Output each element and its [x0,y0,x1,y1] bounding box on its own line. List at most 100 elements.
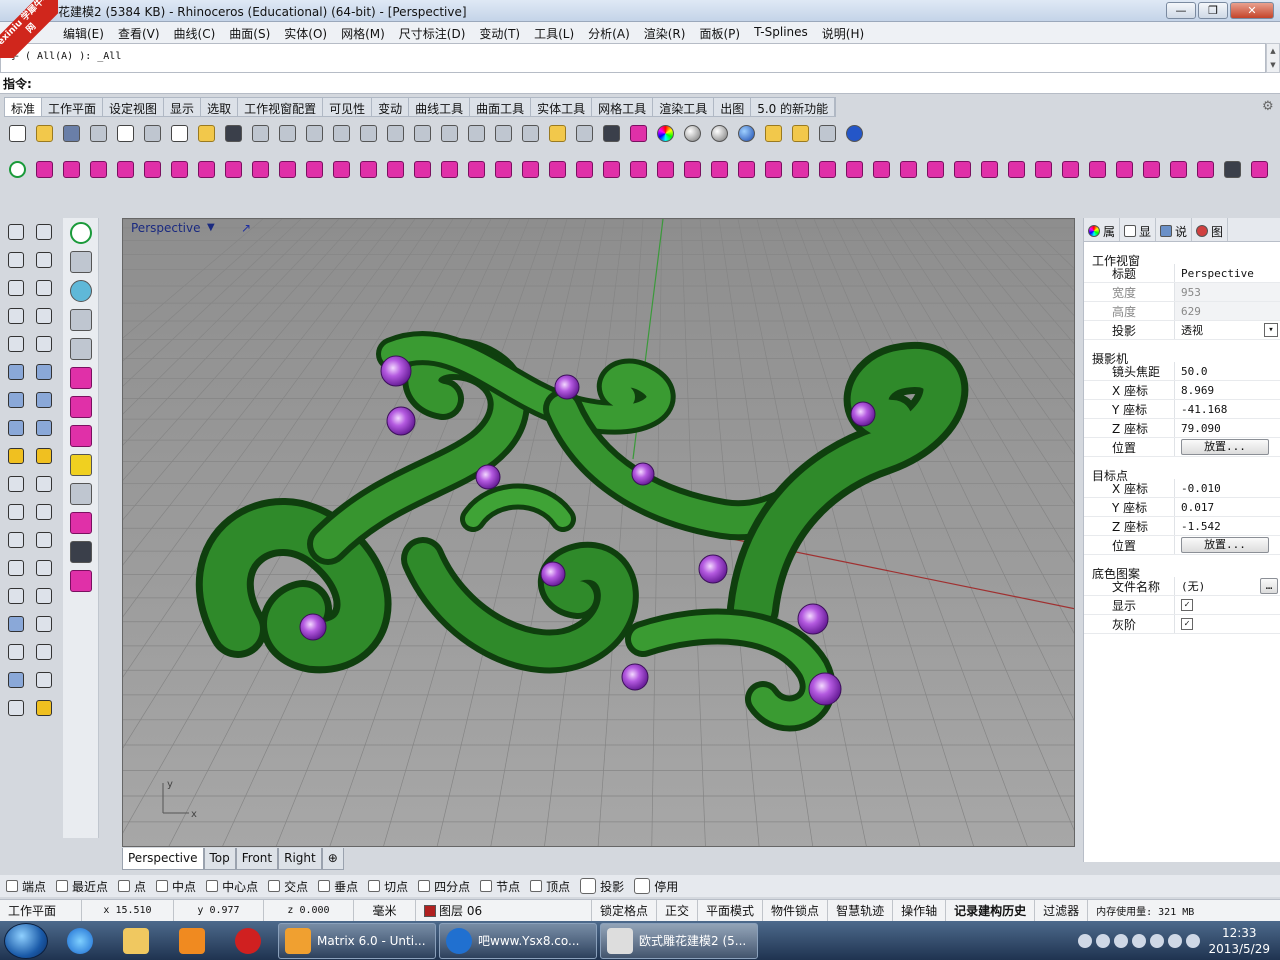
tab-set-view[interactable]: 设定视图 [103,98,165,116]
gear-icon[interactable]: ⚙ [1262,99,1274,114]
dimension-icon[interactable] [815,121,840,146]
task-matrix[interactable]: Matrix 6.0 - Unti... [278,922,436,959]
ellipse-icon[interactable] [31,275,57,301]
show-checkbox[interactable]: ✓ [1181,599,1193,611]
zoom-selected-icon[interactable] [383,121,408,146]
rectangle-icon[interactable] [31,303,57,329]
material-icon[interactable] [761,121,786,146]
explorer-icon[interactable] [110,923,162,959]
polygon-icon[interactable] [3,303,29,329]
tab-mesh-tools[interactable]: 网格工具 [592,98,654,116]
chevron-down-icon[interactable]: ▾ [1264,323,1278,337]
osnap-tangent[interactable]: 切点 [368,878,408,895]
paste-icon[interactable] [194,121,219,146]
tsplines-ring-icon[interactable] [896,157,921,182]
tab-new-in-v5[interactable]: 5.0 的新功能 [751,98,836,116]
text-icon[interactable] [3,555,29,581]
curve-icon[interactable] [31,247,57,273]
undo-view-icon[interactable] [410,121,435,146]
cube-vertex-icon[interactable] [66,422,96,450]
help-icon[interactable] [842,121,867,146]
tab-help-panel[interactable]: 说 [1156,218,1193,241]
tsplines-plane-icon[interactable] [140,157,165,182]
tsplines-insert-point-icon[interactable] [545,157,570,182]
status-gumball[interactable]: 操作轴 [893,900,947,921]
maximize-button[interactable]: ❐ [1198,2,1228,19]
osnap-project[interactable]: 投影 [580,878,624,895]
network-tray-icon[interactable] [1114,933,1129,948]
paint-icon[interactable] [31,695,57,721]
tsplines-extrude-icon[interactable] [302,157,327,182]
tab-viewport-layout[interactable]: 工作视窗配置 [238,98,324,116]
minimize-button[interactable]: — [1166,2,1196,19]
trim-icon[interactable] [3,471,29,497]
add-viewport-tab[interactable]: ⊕ [321,848,344,870]
status-ortho[interactable]: 正交 [657,900,699,921]
tsplines-quadball-icon[interactable] [167,157,192,182]
zoom-window-icon[interactable] [329,121,354,146]
shaded-sphere-icon[interactable] [680,121,705,146]
show-hidden-icon[interactable] [1096,933,1111,948]
fillet-curve-icon[interactable] [31,331,57,357]
scale-icon[interactable] [31,555,57,581]
check-icon[interactable] [31,667,57,693]
camera-place-button[interactable]: 放置... [1181,439,1269,455]
menu-curve[interactable]: 曲线(C) [167,22,223,43]
osnap-center[interactable]: 中心点 [206,878,258,895]
tab-layers-panel[interactable]: 图 [1192,218,1229,241]
copy-icon[interactable] [167,121,192,146]
flag-icon[interactable] [1186,933,1201,948]
tab-surface-tools[interactable]: 曲面工具 [470,98,532,116]
tsplines-toggle-icon[interactable] [66,219,96,247]
tsplines-weld-icon[interactable] [464,157,489,182]
boolean-icon[interactable] [3,499,29,525]
tsplines-symmetry-icon[interactable] [680,157,705,182]
tsplines-box-mode-icon[interactable] [788,157,813,182]
render-left-icon[interactable] [3,695,29,721]
tsplines-sphere-icon[interactable] [59,157,84,182]
status-smarttrack[interactable]: 智慧轨迹 [828,900,894,921]
cube-edit-icon[interactable] [66,364,96,392]
tab-front[interactable]: Front [235,848,279,870]
status-cplane[interactable]: 工作平面 [0,900,82,921]
qq-tray-icon-2[interactable] [1150,933,1165,948]
osnap-near[interactable]: 最近点 [56,878,108,895]
osnap-knot[interactable]: 节点 [480,878,520,895]
rotate-view-icon[interactable] [275,121,300,146]
brush-icon[interactable] [66,480,96,508]
gumball-icon[interactable] [66,335,96,363]
tab-solid-tools[interactable]: 实体工具 [531,98,593,116]
camera-z-field[interactable]: 79.090 [1174,419,1280,437]
tsplines-manipulator-icon[interactable] [923,157,948,182]
rotate-icon[interactable] [31,527,57,553]
tsplines-repair-icon[interactable] [1112,157,1137,182]
command-prompt[interactable]: 指令: [0,73,1280,94]
menu-render[interactable]: 渲染(R) [637,22,693,43]
tsplines-torus-icon[interactable] [113,157,138,182]
viewport-canvas[interactable] [123,219,1075,847]
menu-help[interactable]: 说明(H) [815,22,871,43]
osnap-disable[interactable]: 停用 [634,878,678,895]
osnap-end[interactable]: 端点 [6,878,46,895]
tsplines-smooth-icon[interactable] [761,157,786,182]
split-icon[interactable] [31,471,57,497]
menu-analyze[interactable]: 分析(A) [581,22,637,43]
tsplines-merge-icon[interactable] [1031,157,1056,182]
tab-transform[interactable]: 变动 [372,98,410,116]
tab-top[interactable]: Top [203,848,236,870]
tsplines-split-icon[interactable] [1004,157,1029,182]
tsplines-select-icon[interactable] [815,157,840,182]
osnap-point[interactable]: 点 [118,878,146,895]
tsplines-loop-icon[interactable] [869,157,894,182]
osnap-quad[interactable]: 四分点 [418,878,470,895]
tsplines-fill-icon[interactable] [437,157,462,182]
viewport-title[interactable]: Perspective [131,221,201,235]
menu-mesh[interactable]: 网格(M) [334,22,392,43]
tab-properties[interactable]: 属 [1084,218,1121,241]
undo-icon[interactable] [221,121,246,146]
plane-icon[interactable] [31,415,57,441]
loft-surface-icon[interactable] [31,359,57,385]
projection-select[interactable]: 透视 ▾ [1174,321,1280,339]
circle-icon[interactable] [3,275,29,301]
viewport-menu-arrow[interactable]: ▼ [207,222,215,233]
